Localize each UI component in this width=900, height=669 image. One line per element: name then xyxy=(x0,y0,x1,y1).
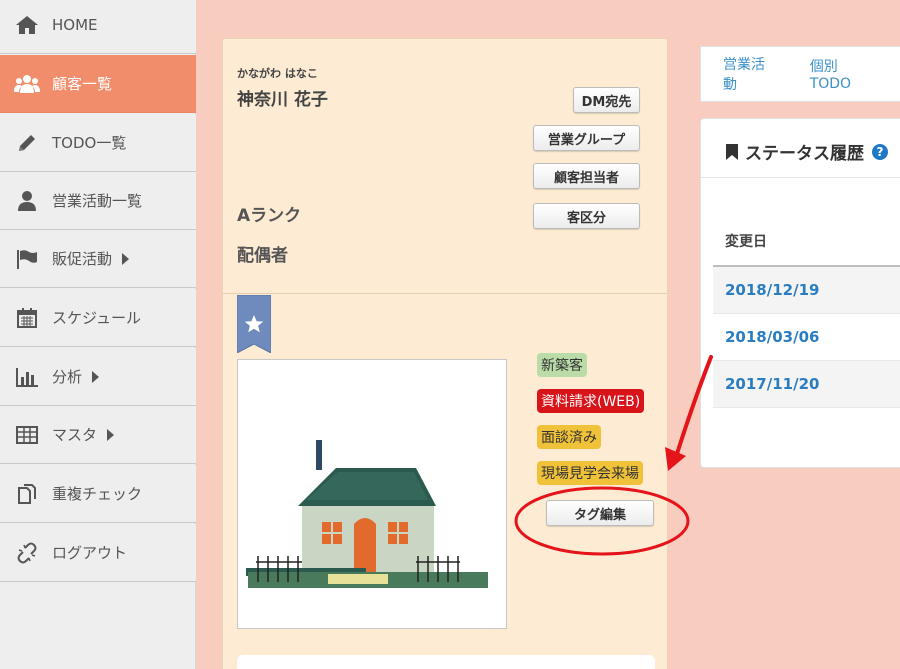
customer-name-kana: かながわ はなこ xyxy=(237,67,318,80)
caret-right-icon xyxy=(92,370,100,383)
house-illustration xyxy=(246,440,488,588)
sidebar-item-label: スケジュール xyxy=(52,309,141,327)
sidebar-item-analysis[interactable]: 分析 xyxy=(0,348,196,406)
help-icon[interactable]: ? xyxy=(872,143,888,160)
sidebar-item-schedule[interactable]: スケジュール xyxy=(0,289,196,347)
caret-right-icon xyxy=(107,428,115,441)
sidebar-item-todo[interactable]: TODO一覧 xyxy=(0,114,196,172)
table-row[interactable]: 2017/11/20 xyxy=(713,361,900,408)
pencil-icon xyxy=(14,131,40,155)
arrowhead-icon xyxy=(665,447,686,471)
caret-right-icon xyxy=(122,252,130,265)
tag-interviewed: 面談済み xyxy=(537,425,601,449)
sidebar-item-label: 重複チェック xyxy=(52,485,143,503)
sidebar-item-label: 分析 xyxy=(52,368,83,386)
unlink-icon xyxy=(14,541,40,565)
title-divider xyxy=(701,177,900,178)
star-icon xyxy=(236,294,272,354)
customer-rep-button[interactable]: 顧客担当者 xyxy=(533,163,640,189)
sidebar-item-label: 顧客一覧 xyxy=(52,75,113,93)
card-bottom-box xyxy=(237,655,655,669)
card-divider xyxy=(223,293,667,294)
flag-icon xyxy=(14,247,40,271)
customer-name: 神奈川 花子 xyxy=(237,90,328,110)
tag-edit-button[interactable]: タグ編集 xyxy=(546,500,654,526)
status-history-title: ステータス履歴 ? xyxy=(725,139,888,164)
customer-card: かながわ はなこ 神奈川 花子 DM宛先 営業グループ 顧客担当者 客区分 Aラ… xyxy=(222,38,668,669)
sidebar-item-duplicate-check[interactable]: 重複チェック xyxy=(0,465,196,523)
person-icon xyxy=(14,189,40,213)
sales-group-button[interactable]: 営業グループ xyxy=(533,125,640,151)
sidebar-item-label: 販促活動 xyxy=(52,250,113,268)
sidebar-item-label: マスタ xyxy=(52,426,98,444)
sidebar-item-label: ログアウト xyxy=(52,544,128,562)
sidebar-item-home[interactable]: HOME xyxy=(0,0,196,54)
home-icon xyxy=(14,13,40,37)
tag-new-construction: 新築客 xyxy=(537,353,587,377)
sidebar: HOME 顧客一覧 TODO一覧 営業活動一覧 販促活動 スケジュール 分析 マ… xyxy=(0,0,196,669)
sidebar-item-label: HOME xyxy=(52,15,98,34)
favorite-bookmark[interactable] xyxy=(236,294,272,357)
column-header-change-date: 変更日 xyxy=(725,234,767,250)
users-icon xyxy=(14,72,40,96)
dm-address-button[interactable]: DM宛先 xyxy=(573,87,640,113)
customer-rank: Aランク xyxy=(237,206,302,226)
calendar-icon xyxy=(14,306,40,330)
table-row[interactable]: 2018/12/19 xyxy=(713,267,900,314)
sidebar-item-label: 営業活動一覧 xyxy=(52,192,143,210)
sidebar-item-master[interactable]: マスタ xyxy=(0,406,196,464)
sidebar-item-promotions[interactable]: 販促活動 xyxy=(0,230,196,288)
tag-document-request: 資料請求(WEB) xyxy=(537,389,645,413)
spouse-label: 配偶者 xyxy=(237,246,288,266)
customer-class-button[interactable]: 客区分 xyxy=(533,203,640,229)
sidebar-item-sales-activities[interactable]: 営業活動一覧 xyxy=(0,172,196,230)
customer-photo xyxy=(237,359,507,629)
bar-chart-icon xyxy=(14,365,40,389)
status-history-panel: ステータス履歴 ? 変更日 2018/12/19 2018/03/06 2017… xyxy=(700,118,900,468)
table-row[interactable]: 2018/03/06 xyxy=(713,314,900,361)
tab-sales-activity[interactable]: 営業活動 xyxy=(723,54,776,94)
sidebar-item-logout[interactable]: ログアウト xyxy=(0,524,196,582)
tag-site-visit: 現場見学会来場 xyxy=(537,461,643,485)
table-icon xyxy=(14,423,40,447)
sidebar-item-customers[interactable]: 顧客一覧 xyxy=(0,55,196,113)
detail-tabs: 営業活動 個別TODO xyxy=(700,46,900,102)
copy-icon xyxy=(14,482,40,506)
bookmark-icon xyxy=(726,143,738,160)
tab-individual-todo[interactable]: 個別TODO xyxy=(810,56,875,92)
sidebar-item-label: TODO一覧 xyxy=(52,134,127,152)
status-history-title-text: ステータス履歴 xyxy=(745,144,864,164)
